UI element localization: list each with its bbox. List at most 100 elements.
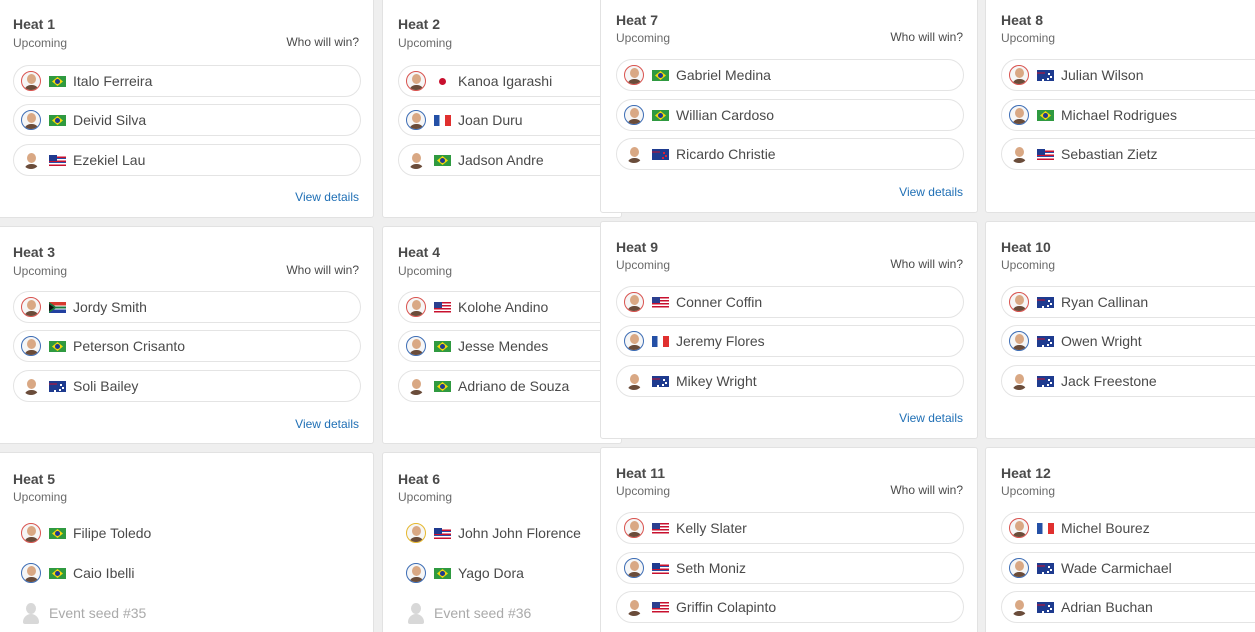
surfer-name: Deivid Silva — [73, 112, 147, 128]
surfer-row[interactable]: Gabriel Medina — [616, 59, 964, 91]
france-flag-icon — [434, 115, 451, 126]
brazil-flag-icon — [49, 568, 66, 579]
surfer-row[interactable]: Joan Duru — [398, 104, 621, 136]
surfer-row[interactable]: Deivid Silva — [13, 104, 361, 136]
surfer-row[interactable]: Jordy Smith — [13, 291, 361, 323]
surfer-row[interactable]: Yago Dora — [398, 557, 621, 589]
placeholder-avatar-icon — [406, 603, 426, 625]
surfer-row[interactable]: Owen Wright — [1001, 325, 1255, 357]
surfer-row[interactable]: Griffin Colapinto — [616, 591, 964, 623]
surfer-row[interactable]: Willian Cardoso — [616, 99, 964, 131]
surfer-name: Ryan Callinan — [1061, 294, 1149, 310]
surfer-row[interactable]: Peterson Crisanto — [13, 330, 361, 362]
surfer-avatar — [624, 292, 644, 312]
heat-card: Heat 3 Upcoming Who will win? Jordy Smit… — [0, 226, 374, 444]
surfer-row[interactable]: Mikey Wright — [616, 365, 964, 397]
surfer-avatar — [1009, 65, 1029, 85]
surfer-name: Michael Rodrigues — [1061, 107, 1177, 123]
surfer-row[interactable]: Kanoa Igarashi — [398, 65, 621, 97]
surfer-row[interactable]: Jesse Mendes — [398, 330, 621, 362]
surfer-name: Griffin Colapinto — [676, 599, 777, 615]
brazil-flag-icon — [434, 381, 451, 392]
south-africa-flag-icon — [49, 302, 66, 313]
surfer-row[interactable]: Sebastian Zietz — [1001, 138, 1255, 170]
surfer-avatar — [1009, 518, 1029, 538]
surfer-avatar — [406, 110, 426, 130]
surfer-row[interactable]: Jadson Andre — [398, 144, 621, 176]
australia-flag-icon — [1037, 563, 1054, 574]
usa-flag-icon — [652, 602, 669, 613]
japan-flag-icon — [434, 76, 451, 87]
surfer-row[interactable]: Wade Carmichael — [1001, 552, 1255, 584]
surfer-row[interactable]: Ryan Callinan — [1001, 286, 1255, 318]
surfer-avatar — [406, 376, 426, 396]
surfer-row[interactable]: Kolohe Andino — [398, 291, 621, 323]
heat-title: Heat 1 — [13, 16, 56, 32]
surfer-avatar — [21, 523, 41, 543]
new-zealand-flag-icon — [652, 149, 669, 160]
surfer-name: Peterson Crisanto — [73, 338, 186, 354]
view-details-link[interactable]: View details — [899, 185, 963, 199]
surfer-row[interactable]: Jack Freestone — [1001, 365, 1255, 397]
surfer-row[interactable]: Seth Moniz — [616, 552, 964, 584]
surfer-avatar — [406, 297, 426, 317]
heat-status: Upcoming — [1001, 484, 1056, 498]
surfer-avatar — [1009, 597, 1029, 617]
hawaii-flag-icon — [652, 563, 669, 574]
surfer-avatar — [406, 563, 426, 583]
surfer-name: Soli Bailey — [73, 378, 139, 394]
seed-row: Event seed #35 — [13, 597, 361, 629]
surfer-name: Jesse Mendes — [458, 338, 549, 354]
surfer-name: John John Florence — [458, 525, 581, 541]
surfer-row[interactable]: Italo Ferreira — [13, 65, 361, 97]
placeholder-avatar-icon — [21, 603, 41, 625]
surfer-name: Joan Duru — [458, 112, 523, 128]
view-details-link[interactable]: View details — [295, 417, 359, 431]
australia-flag-icon — [1037, 602, 1054, 613]
surfer-row[interactable]: Soli Bailey — [13, 370, 361, 402]
surfer-row[interactable]: Ricardo Christie — [616, 138, 964, 170]
heat-card: Heat 12 Upcoming Michel Bourez Wade Carm… — [985, 447, 1255, 632]
surfer-row[interactable]: Adrian Buchan — [1001, 591, 1255, 623]
surfer-avatar — [624, 597, 644, 617]
heat-status: Upcoming — [13, 36, 68, 50]
surfer-row[interactable]: John John Florence — [398, 517, 621, 549]
surfer-avatar — [624, 65, 644, 85]
surfer-name: Caio Ibelli — [73, 565, 135, 581]
surfer-row[interactable]: Kelly Slater — [616, 512, 964, 544]
surfer-avatar — [624, 144, 644, 164]
surfer-name: Jack Freestone — [1061, 373, 1157, 389]
surfer-row[interactable]: Adriano de Souza — [398, 370, 621, 402]
surfer-row[interactable]: Julian Wilson — [1001, 59, 1255, 91]
surfer-row[interactable]: Jeremy Flores — [616, 325, 964, 357]
surfer-avatar — [1009, 331, 1029, 351]
surfer-row[interactable]: Caio Ibelli — [13, 557, 361, 589]
surfer-name: Gabriel Medina — [676, 67, 771, 83]
surfer-row[interactable]: Filipe Toledo — [13, 517, 361, 549]
surfer-name: Owen Wright — [1061, 333, 1142, 349]
surfer-name: Filipe Toledo — [73, 525, 152, 541]
surfer-avatar — [624, 518, 644, 538]
brazil-flag-icon — [434, 568, 451, 579]
surfer-row[interactable]: Ezekiel Lau — [13, 144, 361, 176]
view-details-link[interactable]: View details — [295, 190, 359, 204]
surfer-avatar — [624, 371, 644, 391]
australia-flag-icon — [1037, 376, 1054, 387]
surfer-name: Sebastian Zietz — [1061, 146, 1158, 162]
surfer-avatar — [21, 376, 41, 396]
heat-card: Heat 8 Upcoming Julian Wilson Michael Ro… — [985, 0, 1255, 213]
heat-status: Upcoming — [616, 258, 671, 272]
heat-title: Heat 5 — [13, 471, 56, 487]
surfer-name: Adrian Buchan — [1061, 599, 1153, 615]
surfer-row[interactable]: Conner Coffin — [616, 286, 964, 318]
usa-flag-icon — [652, 523, 669, 534]
heat-status: Upcoming — [398, 36, 453, 50]
heat-title: Heat 10 — [1001, 239, 1051, 255]
view-details-link[interactable]: View details — [899, 411, 963, 425]
australia-flag-icon — [1037, 70, 1054, 81]
surfer-name: Jordy Smith — [73, 299, 147, 315]
surfer-row[interactable]: Michael Rodrigues — [1001, 99, 1255, 131]
heat-status: Upcoming — [1001, 31, 1056, 45]
surfer-name: Jeremy Flores — [676, 333, 765, 349]
surfer-row[interactable]: Michel Bourez — [1001, 512, 1255, 544]
